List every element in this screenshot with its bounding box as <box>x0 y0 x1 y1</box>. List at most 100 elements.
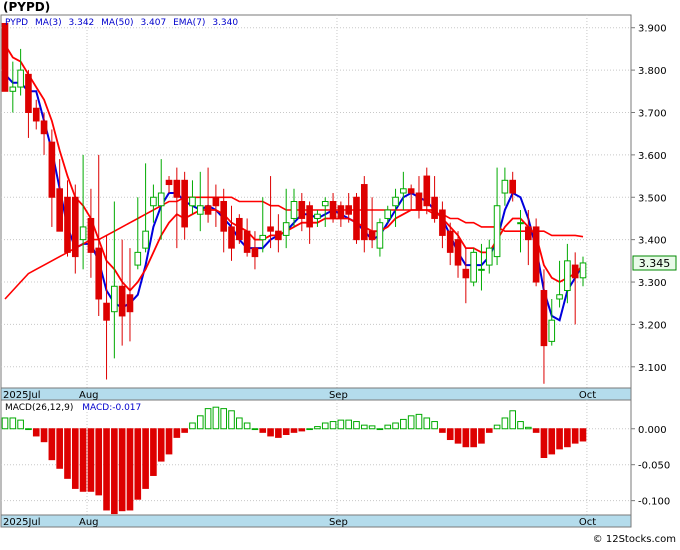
candle-body <box>579 262 587 279</box>
candle-body <box>251 247 259 258</box>
candle-body <box>525 226 532 241</box>
legend-ema7-value: 3.340 <box>212 18 238 28</box>
candle-body <box>564 260 571 292</box>
macd-bar-positive <box>329 421 337 430</box>
candle-body <box>485 247 493 266</box>
macd-bar-positive <box>392 422 399 430</box>
macd-bar-positive <box>517 421 524 430</box>
candle-body <box>243 230 251 253</box>
candle-body <box>321 201 329 207</box>
candle-body <box>353 196 360 241</box>
candle-body <box>126 294 134 313</box>
candle-body <box>337 205 345 219</box>
candle-body <box>384 209 392 219</box>
macd-bar-positive <box>220 408 228 430</box>
macd-bar-positive <box>337 419 345 430</box>
macd-legend-value: MACD:-0.017 <box>82 403 141 413</box>
price-y-tick-label: 3.400 <box>638 236 667 247</box>
macd-bar-negative <box>103 428 110 511</box>
candle-body <box>228 226 235 249</box>
candle-body <box>189 196 196 207</box>
candle-body <box>306 205 313 228</box>
candle-body <box>556 294 563 300</box>
candle-down <box>532 218 540 287</box>
macd-bar-positive <box>400 418 407 430</box>
macd-bar-negative <box>40 428 48 443</box>
macd-bar-negative <box>95 428 103 496</box>
legend-ema7-label: EMA(7) <box>173 18 205 28</box>
macd-bar-positive <box>25 428 32 431</box>
month-label: 2025Jul <box>3 390 41 401</box>
candle-body <box>40 120 48 135</box>
month-label: Sep <box>329 517 348 528</box>
candle-body <box>501 179 509 194</box>
macd-bar-negative <box>485 428 493 433</box>
macd-bar-negative <box>157 428 165 462</box>
macd-bar-negative <box>126 428 134 511</box>
macd-bar-positive <box>243 422 251 430</box>
macd-bar-positive <box>236 417 243 430</box>
month-label: Aug <box>79 390 99 401</box>
candle-up <box>470 248 477 287</box>
candle-body <box>236 217 243 241</box>
macd-bar-negative <box>571 428 579 444</box>
macd-bar-negative <box>298 428 306 432</box>
price-y-tick-label: 3.300 <box>638 278 667 289</box>
chart-svg: 2025Jul 2025Jul Aug Aug Sep Sep Oct Oct 3.100 3.… <box>0 0 680 546</box>
candle-body <box>103 302 110 321</box>
macd-bar-positive <box>415 413 423 430</box>
price-y-tick-label: 3.900 <box>638 24 667 35</box>
macd-bar-negative <box>111 428 118 515</box>
candle-down <box>1 22 9 92</box>
macd-bar-positive <box>501 417 509 430</box>
macd-bar-negative <box>48 428 56 461</box>
candle-body <box>540 290 548 347</box>
macd-bar-positive <box>368 425 376 430</box>
macd-bar-positive <box>493 424 501 430</box>
macd-bar-negative <box>64 428 71 479</box>
macd-legend-label: MACD(26,12,9) <box>5 403 73 413</box>
macd-bar-negative <box>87 428 95 492</box>
candle-body <box>446 230 454 253</box>
macd-bar-negative <box>71 428 79 489</box>
macd-bar-negative <box>181 428 188 433</box>
macd-bar-positive <box>196 415 204 430</box>
legend-ma3-label: MA(3) <box>35 18 62 28</box>
macd-y-tick-label: 0.000 <box>638 425 667 436</box>
legend-ma50-label: MA(50) <box>101 18 133 28</box>
candle-body <box>509 179 517 194</box>
candle-body <box>400 188 407 194</box>
candle-body <box>48 141 56 198</box>
candle-body <box>204 205 212 215</box>
candle-body <box>345 205 352 215</box>
month-label: Sep <box>329 390 348 401</box>
macd-y-tick-label: -0.100 <box>638 497 670 508</box>
macd-bar-positive <box>314 426 321 430</box>
month-label: Oct <box>579 517 596 528</box>
macd-bar-negative <box>282 428 290 435</box>
candle-body <box>259 234 267 241</box>
macd-bar-negative <box>165 428 173 455</box>
candle-body <box>87 217 95 253</box>
candle-body <box>462 268 470 279</box>
macd-legend: MACD(26,12,9) MACD:-0.017 <box>5 403 141 413</box>
macd-bar-positive <box>423 417 431 430</box>
macd-bar-negative <box>118 428 126 512</box>
macd-bar-positive <box>525 426 532 430</box>
macd-bar-negative <box>267 428 274 437</box>
candle-body <box>157 192 165 207</box>
month-label: Aug <box>79 517 99 528</box>
macd-bar-negative <box>439 428 446 433</box>
last-price-badge: 3.345 <box>639 257 671 270</box>
macd-bar-negative <box>564 428 571 448</box>
candle-body <box>17 69 24 88</box>
price-y-tick-label: 3.100 <box>638 363 667 374</box>
price-legend: PYPD MA(3) 3.342 MA(50) 3.407 EMA(7) 3.3… <box>5 18 238 28</box>
macd-bar-positive <box>189 422 196 430</box>
macd-bar-positive <box>9 417 17 430</box>
price-y-tick-label: 3.500 <box>638 193 667 204</box>
legend-symbol: PYPD <box>5 18 28 28</box>
candle-body <box>478 268 485 271</box>
candle-body <box>118 285 126 317</box>
macd-bar-negative <box>173 428 181 438</box>
